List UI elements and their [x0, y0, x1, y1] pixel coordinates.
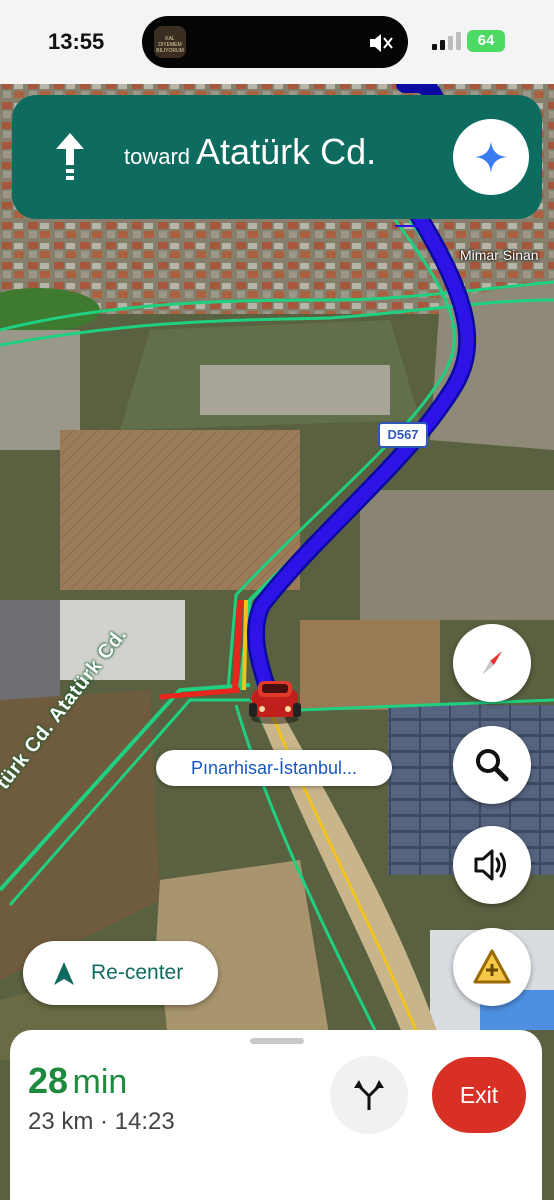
artwork-text: KAL DIYEMEM BILIYORUM	[156, 36, 184, 54]
current-street-label[interactable]: Pınarhisar-İstanbul...	[156, 750, 392, 786]
trip-summary: 23 km · 14:23	[28, 1108, 175, 1135]
duration-value: 28	[28, 1060, 69, 1101]
maneuver-street: Atatürk Cd.	[196, 131, 377, 172]
compass-icon	[482, 651, 502, 675]
now-playing-artwork: KAL DIYEMEM BILIYORUM	[154, 26, 186, 58]
duration-unit: min	[72, 1063, 128, 1101]
vehicle-position-icon	[246, 675, 304, 725]
dynamic-island[interactable]: KAL DIYEMEM BILIYORUM	[142, 16, 408, 68]
cellular-signal-icon	[432, 32, 464, 50]
status-bar: 13:55 KAL DIYEMEM BILIYORUM 64	[0, 0, 554, 84]
trip-sheet[interactable]: 28 min 23 km · 14:23 Exit	[10, 1030, 542, 1200]
status-time: 13:55	[48, 29, 105, 54]
alternate-routes-icon	[354, 1080, 384, 1110]
recenter-label: Re-center	[91, 961, 184, 984]
recenter-button[interactable]: Re-center	[23, 941, 218, 1005]
sound-button[interactable]	[453, 826, 531, 904]
report-incident-icon	[473, 949, 511, 984]
search-button[interactable]	[453, 726, 531, 804]
arrow-straight-up-icon	[52, 131, 88, 185]
alternate-routes-button[interactable]	[330, 1056, 408, 1134]
road-shield: D567	[378, 422, 428, 448]
bell-mute-icon	[368, 31, 396, 55]
report-incident-button[interactable]	[453, 928, 531, 1006]
trip-duration: 28 min	[28, 1060, 127, 1102]
speaker-icon	[474, 849, 506, 881]
maneuver-toward: toward	[124, 144, 191, 169]
search-icon	[476, 749, 509, 782]
battery-indicator: 64	[467, 30, 505, 52]
gemini-spark-icon	[475, 141, 507, 173]
exit-button[interactable]: Exit	[432, 1057, 526, 1133]
sheet-drag-handle[interactable]	[250, 1038, 304, 1044]
navigation-banner[interactable]: toward Atatürk Cd.	[12, 95, 542, 219]
maneuver-instruction: toward Atatürk Cd.	[124, 131, 376, 173]
place-label: Mimar Sinan	[460, 247, 539, 263]
compass-button[interactable]	[453, 624, 531, 702]
gemini-assistant-button[interactable]	[453, 119, 529, 195]
navigation-arrow-icon	[54, 962, 74, 985]
